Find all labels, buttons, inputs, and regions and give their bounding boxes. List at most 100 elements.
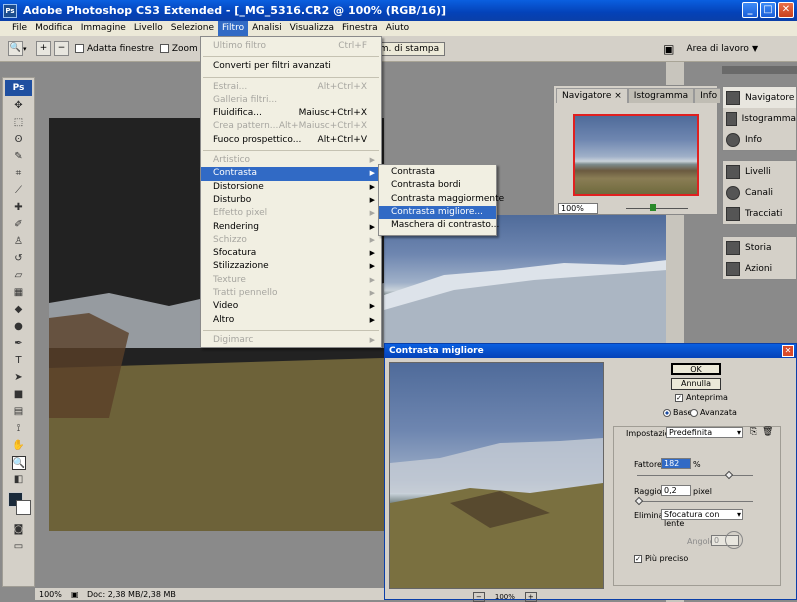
navigator-zoom-input[interactable]: 100% (558, 203, 598, 214)
dock-storia[interactable]: Storia (723, 237, 796, 258)
radius-slider[interactable] (637, 501, 753, 502)
amount-input[interactable]: 182 (661, 458, 691, 469)
marquee-tool-icon[interactable]: ⬚ (12, 116, 26, 130)
zoom-out-icon[interactable]: − (54, 41, 69, 56)
dialog-preview-image[interactable] (389, 362, 604, 589)
menu-item-distorsione[interactable]: Distorsione ▶ (201, 181, 381, 194)
zoom-all-checkbox[interactable] (159, 43, 169, 53)
menu-item-schizzo[interactable]: Schizzo ▶ (201, 234, 381, 247)
history-brush-icon[interactable]: ↺ (12, 252, 26, 266)
submenu-item-contrasta[interactable]: Contrasta (379, 166, 496, 179)
dock-info[interactable]: Info (723, 129, 796, 150)
submenu-item-contrasta-maggiormente[interactable]: Contrasta maggiormente (379, 193, 504, 206)
menu-item-stilizzazione[interactable]: Stilizzazione ▶ (201, 260, 381, 273)
menu-item-texture[interactable]: Texture ▶ (201, 274, 381, 287)
fit-window-checkbox[interactable] (75, 43, 84, 53)
menu-visualizza[interactable]: Visualizza (286, 21, 338, 36)
healing-tool-icon[interactable]: ✚ (12, 201, 26, 215)
base-radio[interactable] (663, 408, 671, 417)
menu-item-crea-pattern[interactable]: Crea pattern... Alt+Maiusc+Ctrl+X (201, 120, 381, 133)
menu-livello[interactable]: Livello (130, 21, 167, 36)
menu-item-disturbo[interactable]: Disturbo ▶ (201, 194, 381, 207)
screen-mode-icon[interactable]: ▭ (12, 540, 26, 554)
menu-analisi[interactable]: Analisi (248, 21, 286, 36)
shape-tool-icon[interactable]: ■ (12, 388, 26, 402)
quick-select-tool-icon[interactable]: ✎ (12, 150, 26, 164)
submenu-item-contrasta-bordi[interactable]: Contrasta bordi (379, 179, 496, 192)
brush-tool-icon[interactable]: ✐ (12, 218, 26, 232)
zoom-in-icon[interactable]: + (524, 592, 537, 602)
menu-item-altro[interactable]: Altro ▶ (201, 314, 381, 327)
mode-advanced-option[interactable]: Avanzata (690, 408, 737, 417)
eyedropper-tool-icon[interactable]: ⟟ (12, 422, 26, 436)
hand-tool-icon[interactable]: ✋ (12, 439, 26, 453)
menu-selezione[interactable]: Selezione (167, 21, 218, 36)
menu-finestra[interactable]: Finestra (338, 21, 382, 36)
advanced-radio[interactable] (690, 408, 698, 417)
navigator-preview[interactable] (573, 114, 699, 196)
navigator-zoom-slider[interactable] (626, 208, 688, 209)
angle-dial-icon[interactable] (725, 531, 743, 549)
navigator-zoom-thumb[interactable] (650, 204, 656, 211)
dialog-close-icon[interactable]: ✕ (782, 345, 794, 357)
color-swatches[interactable] (5, 490, 32, 520)
pen-tool-icon[interactable]: ✒ (12, 337, 26, 351)
delete-preset-icon[interactable]: 🗑 (762, 427, 773, 437)
submenu-item-maschera-contrasto[interactable]: Maschera di contrasto... (379, 219, 499, 232)
quick-mask-icon[interactable]: ◙ (12, 523, 26, 537)
zoom-tool-active-icon[interactable]: 🔍 (11, 456, 26, 470)
more-accurate-option[interactable]: ✓ Più preciso (634, 554, 688, 563)
cancel-button[interactable]: Annulla (671, 378, 721, 390)
stamp-tool-icon[interactable]: ♙ (12, 235, 26, 249)
menu-filtro[interactable]: Filtro (218, 21, 249, 36)
menu-item-rendering[interactable]: Rendering ▶ (201, 221, 381, 234)
status-zoom[interactable]: 100% (35, 590, 71, 599)
menu-file[interactable]: File (8, 21, 31, 36)
menu-item-fuoco-prospettico[interactable]: Fuoco prospettico... Alt+Ctrl+V (201, 134, 381, 147)
zoom-tool-icon[interactable]: 🔍 (8, 41, 23, 56)
zoom-in-icon[interactable]: + (36, 41, 51, 56)
default-colors-icon[interactable]: ◧ (12, 473, 26, 487)
notes-tool-icon[interactable]: ▤ (12, 405, 26, 419)
menu-item-video[interactable]: Video ▶ (201, 300, 381, 313)
move-tool-icon[interactable]: ✥ (12, 99, 26, 113)
dock-azioni[interactable]: Azioni (723, 258, 796, 279)
close-button[interactable]: ✕ (778, 2, 794, 18)
dock-navigatore[interactable]: Navigatore (723, 87, 796, 108)
menu-modifica[interactable]: Modifica (31, 21, 77, 36)
chevron-down-icon[interactable]: ▾ (23, 45, 33, 53)
menu-item-converti[interactable]: Converti per filtri avanzati (201, 60, 381, 73)
workspace-chevron-icon[interactable]: ▼ (752, 44, 758, 53)
crop-tool-icon[interactable]: ⌗ (12, 167, 26, 181)
workspace-button[interactable]: Area di lavoro (686, 44, 749, 54)
minimize-button[interactable]: _ (742, 2, 758, 18)
amount-slider[interactable] (637, 475, 753, 476)
type-tool-icon[interactable]: T (12, 354, 26, 368)
slice-tool-icon[interactable]: ⟋ (12, 184, 26, 198)
radius-input[interactable]: 0,2 (661, 485, 691, 496)
menu-item-estrai[interactable]: Estrai... Alt+Ctrl+X (201, 81, 381, 94)
blur-tool-icon[interactable]: ◆ (12, 303, 26, 317)
preview-option[interactable]: ✓ Anteprima (675, 393, 728, 402)
path-select-icon[interactable]: ➤ (12, 371, 26, 385)
preview-checkbox[interactable]: ✓ (675, 393, 683, 402)
dock-canali[interactable]: Canali (723, 182, 796, 203)
dodge-tool-icon[interactable]: ● (12, 320, 26, 334)
menu-item-digimarc[interactable]: Digimarc ▶ (201, 334, 381, 347)
zoom-out-icon[interactable]: − (473, 592, 485, 602)
menu-item-tratti-pennello[interactable]: Tratti pennello ▶ (201, 287, 381, 300)
menu-immagine[interactable]: Immagine (77, 21, 130, 36)
dock-livelli[interactable]: Livelli (723, 161, 796, 182)
menu-aiuto[interactable]: Aiuto (382, 21, 413, 36)
tab-info[interactable]: Info (694, 88, 724, 103)
menu-item-galleria-filtri[interactable]: Galleria filtri... (201, 94, 381, 107)
tab-istogramma[interactable]: Istogramma (627, 88, 695, 103)
menu-item-artistico[interactable]: Artistico ▶ (201, 154, 381, 167)
menu-item-ultimo-filtro[interactable]: Ultimo filtro Ctrl+F (201, 40, 381, 53)
tab-navigatore[interactable]: Navigatore × (556, 88, 628, 103)
ok-button[interactable]: OK (671, 363, 721, 375)
maximize-button[interactable]: □ (760, 2, 776, 18)
lasso-tool-icon[interactable]: ʘ (12, 133, 26, 147)
status-icon[interactable]: ▣ (71, 590, 83, 599)
mode-base-option[interactable]: Base (663, 408, 692, 417)
